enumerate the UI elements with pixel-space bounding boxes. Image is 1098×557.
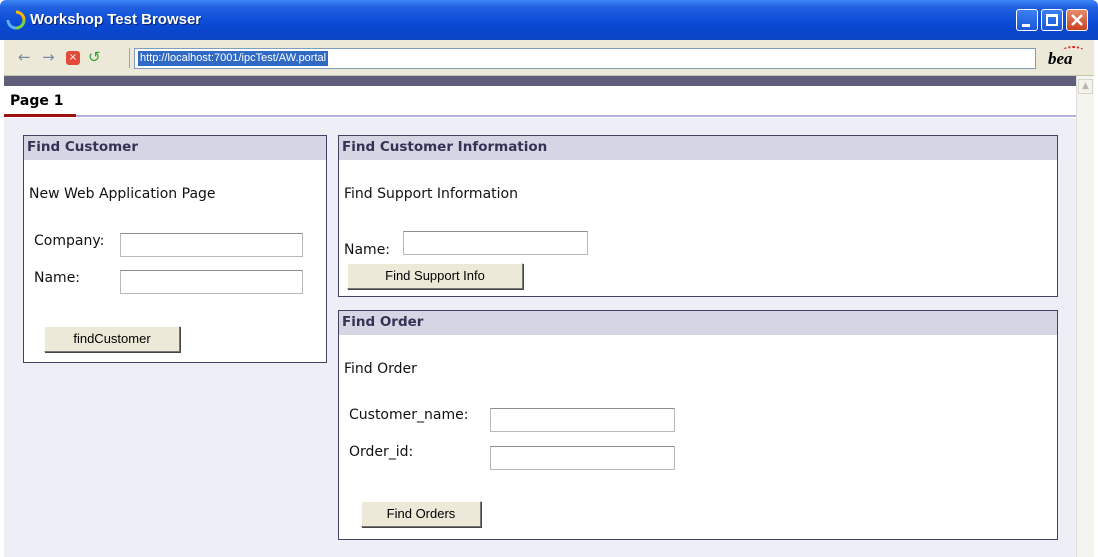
portal-content: Page 1 Find Customer New Web Application… — [4, 86, 1076, 557]
browser-refresh-logo-icon — [6, 10, 26, 30]
close-icon — [1071, 14, 1083, 26]
name-label: Name: — [34, 270, 81, 286]
minimize-button[interactable] — [1016, 9, 1038, 31]
tab-page-1[interactable]: Page 1 — [10, 93, 63, 109]
maximize-button[interactable] — [1041, 9, 1063, 31]
company-input[interactable] — [120, 233, 303, 257]
company-label: Company: — [34, 233, 105, 249]
vertical-scrollbar[interactable]: ▲ — [1076, 76, 1094, 557]
maximize-icon — [1046, 14, 1058, 26]
name-label: Name: — [344, 242, 391, 258]
customer-name-label: Customer_name: — [349, 407, 469, 423]
toolbar-separator — [129, 48, 130, 68]
order-id-input[interactable] — [490, 446, 675, 470]
find-support-info-button[interactable]: Find Support Info — [347, 263, 523, 289]
find-customer-button[interactable]: findCustomer — [44, 326, 180, 352]
forward-icon[interactable]: → — [42, 49, 55, 65]
portlet-heading: New Web Application Page — [29, 186, 216, 202]
address-bar[interactable]: http://localhost:7001/ipcTest/AW.portal — [134, 48, 1036, 69]
portlet-heading: Find Support Information — [344, 186, 518, 202]
portlet-heading: Find Order — [344, 361, 417, 377]
find-order-portlet: Find Order Find Order Customer_name: Ord… — [338, 310, 1058, 540]
minimize-icon — [1022, 24, 1030, 27]
find-orders-button[interactable]: Find Orders — [361, 501, 481, 527]
window-titlebar: Workshop Test Browser — [0, 0, 1098, 40]
bea-logo: bea — [1044, 46, 1090, 70]
tab-underline — [4, 115, 1076, 117]
refresh-icon[interactable]: ↺ — [88, 48, 101, 66]
portlet-title: Find Customer — [24, 136, 326, 160]
close-button[interactable] — [1066, 9, 1088, 31]
active-tab-indicator — [4, 114, 76, 117]
back-icon[interactable]: ← — [18, 49, 31, 65]
address-url[interactable]: http://localhost:7001/ipcTest/AW.portal — [138, 51, 329, 66]
customer-name-input[interactable] — [490, 408, 675, 432]
portlet-title: Find Order — [339, 311, 1057, 335]
name-input[interactable] — [120, 270, 303, 294]
find-customer-information-portlet: Find Customer Information Find Support I… — [338, 135, 1058, 297]
browser-toolbar: ← → × ↺ http://localhost:7001/ipcTest/AW… — [4, 40, 1094, 76]
order-id-label: Order_id: — [349, 444, 414, 460]
find-customer-portlet: Find Customer New Web Application Page C… — [23, 135, 327, 363]
stop-icon[interactable]: × — [66, 51, 80, 65]
portlet-title: Find Customer Information — [339, 136, 1057, 160]
scroll-up-icon[interactable]: ▲ — [1078, 79, 1093, 94]
bea-logo-text: bea — [1048, 49, 1073, 68]
support-name-input[interactable] — [403, 231, 588, 255]
header-strip — [4, 76, 1094, 86]
page-tab-bar: Page 1 — [4, 86, 1076, 118]
window-title: Workshop Test Browser — [30, 11, 202, 28]
